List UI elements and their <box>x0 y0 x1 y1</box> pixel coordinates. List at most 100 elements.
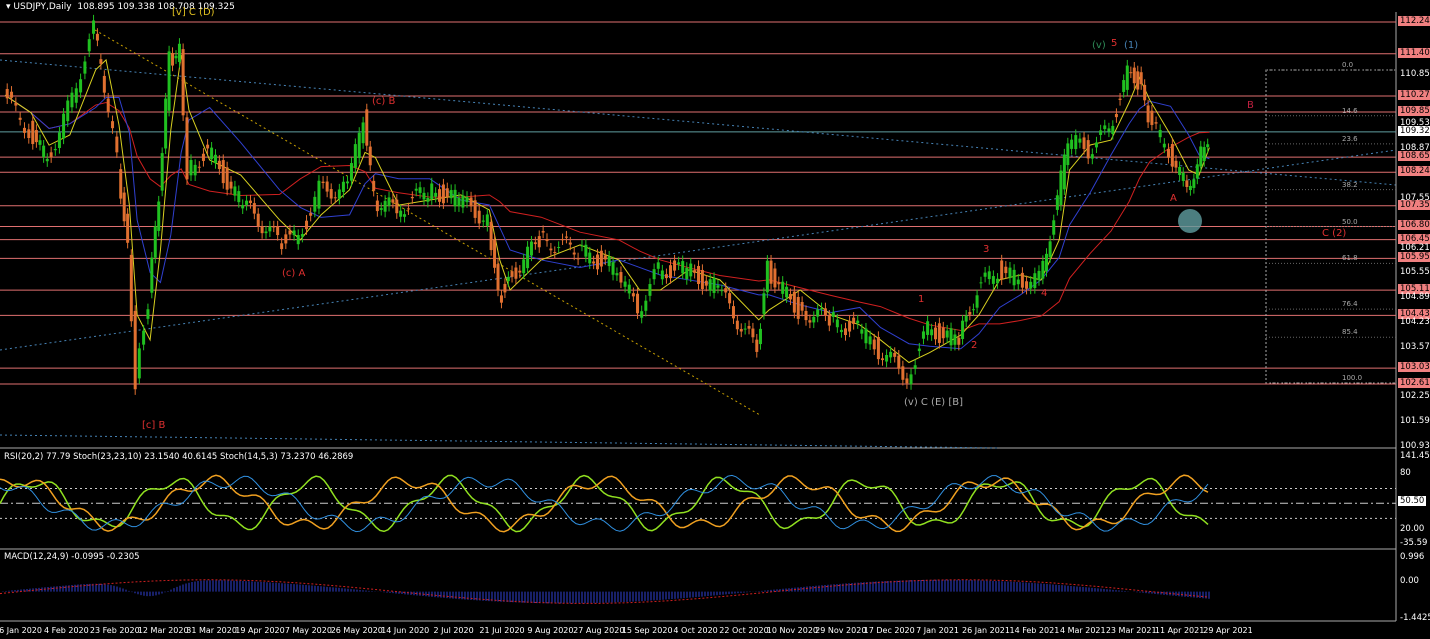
candle <box>252 203 256 214</box>
candle <box>1052 220 1056 235</box>
candle <box>1166 148 1170 158</box>
candle <box>333 197 337 199</box>
candle <box>636 293 640 314</box>
candle <box>1103 125 1107 130</box>
candle <box>852 317 856 324</box>
candle <box>827 315 831 326</box>
candle <box>724 288 728 293</box>
candle <box>171 52 175 66</box>
candle <box>930 329 934 336</box>
candle <box>79 79 83 93</box>
candle <box>800 302 804 311</box>
candle <box>66 100 70 122</box>
candle <box>210 147 214 160</box>
candle <box>697 265 701 284</box>
candle <box>31 120 35 145</box>
candle <box>445 188 449 198</box>
candle <box>1188 185 1192 191</box>
candle <box>329 189 333 199</box>
fib-level-label: 50.0 <box>1342 217 1358 226</box>
candle <box>1195 164 1199 179</box>
candle <box>5 89 9 99</box>
candle <box>537 236 541 248</box>
candle <box>83 61 87 74</box>
wave-marker-circle <box>1178 209 1202 233</box>
candle <box>473 200 477 218</box>
date-tick: 11 Apr 2021 <box>1154 626 1205 635</box>
candle <box>1041 260 1045 279</box>
candle <box>34 130 38 143</box>
candle <box>489 221 493 251</box>
candle <box>1044 253 1048 272</box>
price-chart[interactable] <box>0 0 1430 639</box>
level-label: 109.853 <box>1398 105 1430 116</box>
date-tick: 10 Nov 2020 <box>766 626 819 635</box>
candle <box>493 239 497 268</box>
date-tick: 31 Mar 2020 <box>186 626 237 635</box>
fib-level-label: 100.0 <box>1342 374 1363 382</box>
candle <box>820 308 824 310</box>
candle <box>816 309 820 317</box>
wave-label: 1 <box>918 294 925 305</box>
candle <box>160 153 164 191</box>
candle <box>280 243 284 250</box>
candle <box>652 269 656 280</box>
level-label: 106.805 <box>1398 220 1430 231</box>
chart-window[interactable]: ▾ USDJPY,Daily 108.895 109.338 108.708 1… <box>0 0 1430 639</box>
candle <box>660 270 664 280</box>
candle <box>1016 279 1020 285</box>
candle <box>1178 167 1182 176</box>
moving-average-20 <box>4 54 1210 364</box>
candle <box>197 166 201 168</box>
price-tick: 106.215 <box>1400 242 1430 253</box>
candle <box>623 281 627 287</box>
candle <box>648 284 652 296</box>
candle <box>264 231 268 234</box>
candle <box>1066 143 1070 166</box>
candle <box>1048 241 1052 258</box>
current-price-label: 109.325 <box>1398 126 1430 136</box>
candle <box>781 281 785 294</box>
date-tick: 22 Oct 2020 <box>719 626 769 635</box>
wave-label: 3 <box>983 244 990 255</box>
date-tick: 12 Mar 2020 <box>137 626 189 635</box>
candle <box>379 208 383 210</box>
candle <box>457 197 461 207</box>
candle <box>644 300 648 311</box>
candle <box>619 272 623 283</box>
candle <box>268 226 272 232</box>
candle <box>42 145 46 158</box>
candle <box>596 254 600 270</box>
wave-label: A <box>1170 193 1177 204</box>
candle <box>256 213 260 227</box>
candle <box>137 348 141 379</box>
candle <box>99 59 103 64</box>
candle <box>533 242 537 245</box>
candle <box>129 254 133 322</box>
candle <box>1132 67 1136 84</box>
candle <box>62 113 66 139</box>
candle <box>708 279 712 291</box>
candle <box>568 242 572 245</box>
candle <box>503 283 507 293</box>
candle <box>1206 144 1210 148</box>
trendline <box>94 29 761 416</box>
candle <box>607 256 611 267</box>
candle <box>975 295 979 308</box>
wave-label: C (2) <box>1322 228 1347 239</box>
price-tick: 104.895 <box>1400 292 1430 303</box>
osc-tick: -35.59 <box>1400 538 1428 548</box>
candle <box>45 158 49 162</box>
candle <box>1078 138 1082 143</box>
candle <box>177 43 181 63</box>
candle <box>229 181 233 189</box>
candle <box>1029 281 1033 289</box>
candle <box>1099 130 1103 135</box>
wave-label: 5 <box>1111 38 1118 49</box>
level-label: 108.249 <box>1398 166 1430 177</box>
candle <box>541 231 545 233</box>
candle <box>341 181 345 193</box>
candle <box>1170 143 1174 167</box>
candle <box>414 188 418 191</box>
candle <box>217 160 221 170</box>
